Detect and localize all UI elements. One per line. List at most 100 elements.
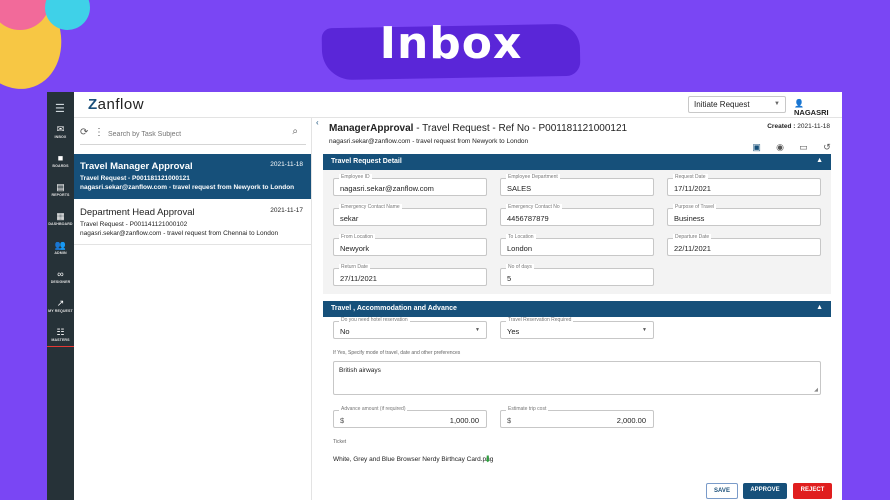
comment-icon[interactable]: ▭: [799, 142, 809, 152]
employee-id-field[interactable]: Employee ID nagasri.sekar@zanflow.com: [333, 174, 487, 196]
estimate-trip-cost-field[interactable]: Estimate trip cost $ 2,000.00: [500, 406, 654, 428]
collapse-panel-icon[interactable]: ‹: [316, 118, 319, 127]
to-location-field[interactable]: To Location London: [500, 234, 654, 256]
app-window: ☰ ✉ INBOX ■ BOARDS ▤ REPORTS ▦ DASHBOARD…: [47, 92, 842, 500]
more-options-icon[interactable]: ⋮: [94, 127, 104, 138]
task-ref: Travel Request - P001181121000121: [80, 175, 190, 182]
my-request-icon: ↗: [56, 298, 65, 308]
section-travel-accommodation-header[interactable]: Travel , Accommodation and Advance ▲: [323, 301, 831, 317]
no-of-days-field[interactable]: No of days 5: [500, 264, 654, 286]
task-date: 2021-11-17: [270, 207, 303, 214]
field-label: Advance amount (if required): [339, 406, 408, 412]
rail-item-dashboard[interactable]: ▦ DASHBOARD: [47, 211, 74, 227]
task-card-travel-manager[interactable]: Travel Manager Approval 2021-11-18 Trave…: [74, 154, 311, 199]
designer-icon: ∞: [57, 269, 64, 279]
rail-item-label: MY REQUEST: [48, 309, 73, 313]
refresh-icon[interactable]: ⟳: [80, 127, 88, 138]
rail-item-designer[interactable]: ∞ DESIGNER: [47, 269, 74, 285]
task-list-panel: ⟳ ⋮ ⌕ Travel Manager Approval 2021-11-18…: [74, 118, 312, 500]
save-button[interactable]: SAVE: [706, 483, 738, 499]
hamburger-menu-icon[interactable]: ☰: [55, 102, 65, 115]
emergency-contact-name-field[interactable]: Emergency Contact Name sekar: [333, 204, 487, 226]
rail-item-admin[interactable]: 👥 ADMIN: [47, 240, 74, 256]
emergency-contact-no-field[interactable]: Emergency Contact No 4456787879: [500, 204, 654, 226]
purpose-of-travel-field[interactable]: Purpose of Travel Business: [667, 204, 821, 226]
field-label: From Location: [339, 234, 375, 240]
field-label: Request Date: [673, 174, 708, 180]
field-value: SALES: [507, 184, 532, 193]
field-value: sekar: [340, 214, 359, 223]
side-rail: ☰ ✉ INBOX ■ BOARDS ▤ REPORTS ▦ DASHBOARD…: [47, 92, 74, 500]
rail-item-label: INBOX: [54, 135, 67, 139]
detail-actions: ▣ ◉ ▭ ↺: [743, 137, 832, 155]
document-icon[interactable]: ▣: [752, 142, 762, 152]
search-icon[interactable]: ⌕: [292, 126, 298, 137]
rail-item-my-request[interactable]: ↗ MY REQUEST: [47, 298, 74, 314]
field-value: 27/11/2021: [340, 274, 377, 283]
field-value: 4456787879: [507, 214, 549, 223]
task-detail-panel: ‹ ManagerApproval - Travel Request - Ref…: [312, 118, 842, 500]
travel-mode-textarea[interactable]: British airways ◢: [333, 361, 821, 395]
return-date-field[interactable]: Return Date 27/11/2021: [333, 264, 487, 286]
user-name: NAGASRI: [794, 108, 829, 117]
initiate-request-select[interactable]: Initiate Request ▼: [688, 96, 786, 113]
departure-date-field[interactable]: Departure Date 22/11/2021: [667, 234, 821, 256]
field-label: Employee Department: [506, 174, 560, 180]
resize-handle-icon[interactable]: ◢: [814, 387, 818, 393]
chevron-down-icon: ▼: [774, 101, 780, 107]
search-row: ⟳ ⋮ ⌕: [80, 125, 306, 145]
request-date-field[interactable]: Request Date 17/11/2021: [667, 174, 821, 196]
advance-amount-field[interactable]: Advance amount (if required) $ 1,000.00: [333, 406, 487, 428]
field-value: 5: [507, 274, 512, 283]
user-menu[interactable]: 👤NAGASRI: [794, 99, 842, 117]
field-value: 1,000.00: [449, 416, 479, 425]
ticket-file-name[interactable]: White, Grey and Blue Browser Nerdy Birth…: [333, 456, 493, 463]
field-value: 17/11/2021: [674, 184, 711, 193]
rail-item-label: REPORTS: [51, 193, 70, 197]
field-label: Do you need hotel reservation: [339, 317, 410, 323]
task-description: nagasri.sekar@zanflow.com - travel reque…: [80, 230, 279, 237]
hotel-reservation-select[interactable]: Do you need hotel reservation No ▼: [333, 317, 487, 339]
task-date: 2021-11-18: [270, 161, 303, 168]
section-title: Travel , Accommodation and Advance: [331, 305, 457, 312]
field-value: Newyork: [340, 244, 370, 253]
ticket-label: Ticket: [333, 439, 347, 445]
field-label: No of days: [506, 264, 534, 270]
field-label: Emergency Contact No: [506, 204, 562, 210]
admin-icon: 👥: [54, 240, 67, 250]
section-travel-request-detail: Employee ID nagasri.sekar@zanflow.com Em…: [323, 170, 831, 294]
rail-item-masters[interactable]: ☷ MASTERS: [47, 327, 74, 347]
rail-item-inbox[interactable]: ✉ INBOX: [47, 124, 74, 140]
download-icon[interactable]: ⬇: [484, 454, 492, 465]
view-icon[interactable]: ◉: [775, 142, 785, 152]
history-icon[interactable]: ↺: [822, 142, 832, 152]
zanflow-logo: Zanflow: [88, 96, 145, 113]
travel-reservation-select[interactable]: Travel Reservation Required Yes ▼: [500, 317, 654, 339]
reject-button[interactable]: REJECT: [793, 483, 832, 499]
chevron-up-icon: ▲: [816, 157, 823, 164]
reports-icon: ▤: [56, 182, 65, 192]
from-location-field[interactable]: From Location Newyork: [333, 234, 487, 256]
field-label: Return Date: [339, 264, 370, 270]
task-card-department-head[interactable]: Department Head Approval 2021-11-17 Trav…: [74, 200, 311, 245]
section-travel-request-detail-header[interactable]: Travel Request Detail ▲: [323, 154, 831, 170]
approve-button[interactable]: APPROVE: [743, 483, 787, 499]
field-label: Departure Date: [673, 234, 712, 240]
chevron-up-icon: ▲: [816, 304, 823, 311]
employee-department-field[interactable]: Employee Department SALES: [500, 174, 654, 196]
rail-item-label: DASHBOARD: [48, 222, 73, 226]
masters-icon: ☷: [56, 327, 65, 337]
chevron-down-icon: ▼: [642, 327, 647, 333]
field-value: London: [507, 244, 533, 253]
boards-icon: ■: [57, 153, 64, 163]
field-value: 22/11/2021: [674, 244, 711, 253]
hero-title: Inbox: [379, 18, 523, 69]
field-value: 2,000.00: [616, 416, 646, 425]
task-ref: Travel Request - P001141121000102: [80, 221, 188, 228]
rail-item-reports[interactable]: ▤ REPORTS: [47, 182, 74, 198]
search-input[interactable]: [108, 127, 278, 141]
rail-item-boards[interactable]: ■ BOARDS: [47, 153, 74, 169]
rail-item-label: ADMIN: [54, 251, 67, 255]
currency-symbol: $: [340, 416, 345, 425]
section-title: Travel Request Detail: [331, 158, 402, 165]
